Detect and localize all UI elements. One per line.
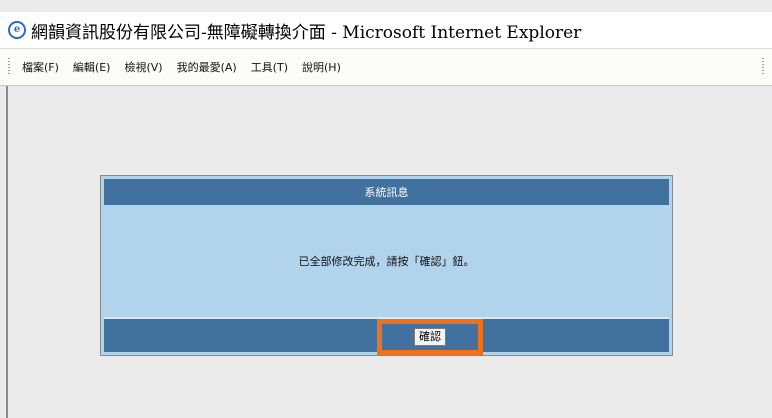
title-bar: e 網韻資訊股份有限公司-無障礙轉換介面 - Microsoft Interne… xyxy=(0,12,772,48)
toolbar-grip-right xyxy=(762,58,764,76)
dialog-message: 已全部修改完成，請按「確認」鈕。 xyxy=(298,255,475,268)
dialog-body: 已全部修改完成，請按「確認」鈕。 xyxy=(104,205,669,317)
menu-edit[interactable]: 編輯(E) xyxy=(73,59,111,75)
dialog-header: 系統訊息 xyxy=(104,179,669,205)
toolbar-grip[interactable] xyxy=(8,58,10,76)
menu-view[interactable]: 檢視(V) xyxy=(124,59,162,75)
window-title: 網韻資訊股份有限公司-無障礙轉換介面 - Microsoft Internet … xyxy=(31,22,582,43)
menu-tools[interactable]: 工具(T) xyxy=(251,59,288,75)
dialog-title: 系統訊息 xyxy=(364,186,409,199)
menu-favorites[interactable]: 我的最愛(A) xyxy=(177,59,237,75)
confirm-button[interactable]: 確認 xyxy=(414,328,446,346)
menu-file[interactable]: 檔案(F) xyxy=(22,59,59,75)
system-message-dialog: 系統訊息 已全部修改完成，請按「確認」鈕。 確認 xyxy=(100,175,673,356)
menu-bar: 檔案(F) 編輯(E) 檢視(V) 我的最愛(A) 工具(T) 說明(H) xyxy=(0,48,772,86)
menu-help[interactable]: 說明(H) xyxy=(302,59,341,75)
confirm-highlight: 確認 xyxy=(377,319,483,355)
ie-icon: e xyxy=(8,21,26,39)
browser-window: e 網韻資訊股份有限公司-無障礙轉換介面 - Microsoft Interne… xyxy=(0,0,772,418)
